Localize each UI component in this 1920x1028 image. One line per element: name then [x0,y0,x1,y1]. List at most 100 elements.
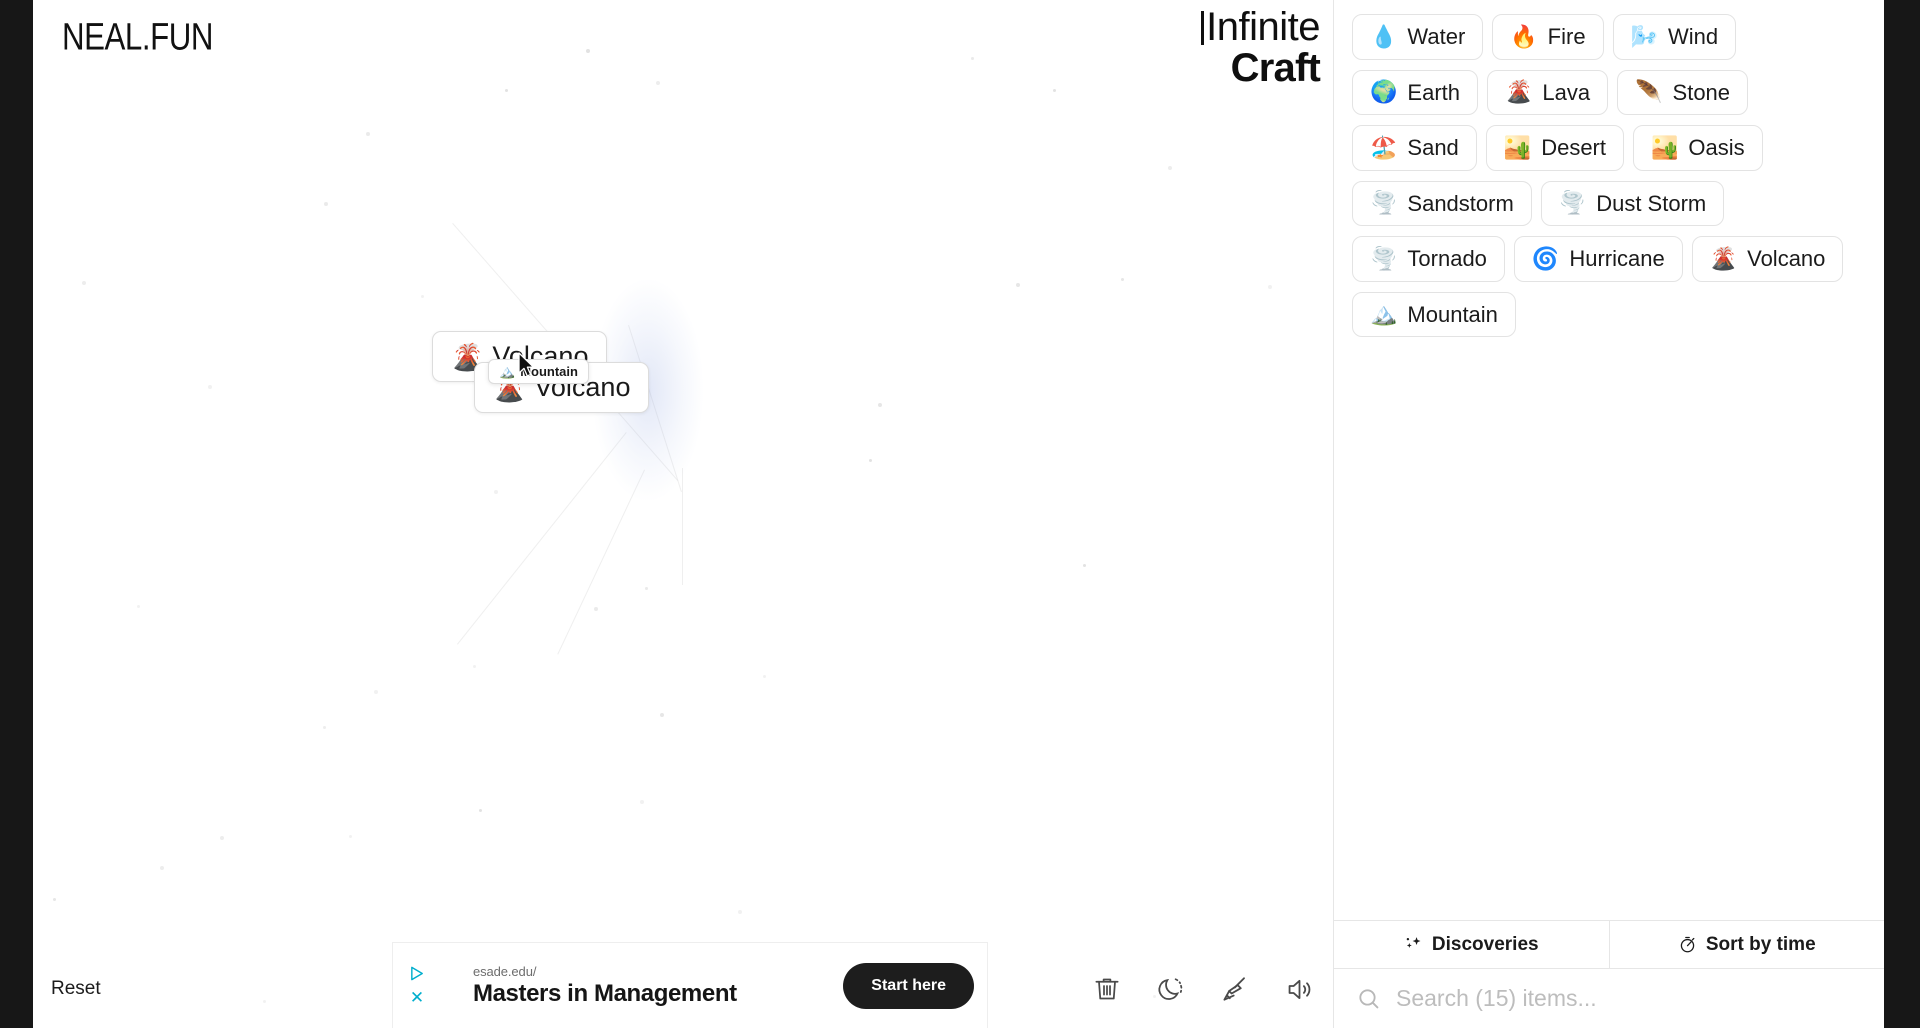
mountain-emoji: 🏔️ [1370,301,1398,327]
crafting-canvas[interactable]: NEAL.FUN 🌋 Volcano 🌋 Volcano 🏔️ Mountain… [33,0,1333,1028]
ad-url: esade.edu/ [473,963,537,979]
element-pill-oasis[interactable]: 🏜️ Oasis [1633,125,1763,171]
canvas-speck [366,132,370,136]
volcano-emoji: 🌋 [1709,245,1738,271]
cyclone-emoji: 🌀 [1531,245,1560,271]
element-pill-water[interactable]: 💧 Water [1352,14,1484,60]
title-bar-glyph [1201,11,1205,45]
element-pill-earth[interactable]: 🌍 Earth [1352,69,1478,115]
canvas-speck [473,665,476,668]
element-pill-hurricane[interactable]: 🌀 Hurricane [1513,236,1683,282]
tornado-emoji: 🌪️ [1370,245,1398,271]
dragging-card-label: Mountain [520,364,578,379]
element-pill-label: Mountain [1407,301,1498,327]
reset-button[interactable]: Reset [51,978,101,1000]
canvas-speck [660,713,664,717]
canvas-speck [594,607,598,611]
advertisement-banner[interactable]: ✕ esade.edu/ Masters in Management Start… [392,942,988,1028]
element-pill-label: Wind [1667,24,1719,49]
tab-sort-by-time-label: Sort by time [1705,933,1816,955]
element-pill-label: Stone [1672,79,1731,105]
canvas-particle-trail [557,469,645,655]
element-pill-label: Sandstorm [1407,190,1514,216]
element-pill-stone[interactable]: 🪶 Stone [1617,69,1749,115]
element-pill-mountain[interactable]: 🏔️ Mountain [1352,291,1516,337]
broom-icon[interactable] [1218,972,1252,1006]
earth-globe-emoji: 🌍 [1370,79,1398,105]
beach-emoji: 🏖️ [1370,134,1398,160]
canvas-particle-trail [457,432,627,645]
elements-list: 💧 Water 🔥 Fire 🌬️ Wind 🌍 Earth 🌋 Lava 🪶 Stone 🏖️ Sand… [1334,0,1884,920]
element-pill-dust-storm[interactable]: 🌪️ Dust Storm [1540,180,1725,226]
ad-cta-button[interactable]: Start here [843,962,974,1009]
canvas-speck [1121,278,1124,281]
adchoices-icon[interactable] [409,965,426,982]
app-root: NEAL.FUN 🌋 Volcano 🌋 Volcano 🏔️ Mountain… [0,0,1920,1028]
canvas-speck [1016,283,1020,287]
close-icon[interactable]: ✕ [410,989,424,1006]
canvas-speck [82,281,86,285]
canvas-speck [220,836,224,840]
moon-icon[interactable] [1154,972,1188,1006]
ad-headline: Masters in Management [473,979,737,1007]
canvas-speck [878,403,882,407]
desert-emoji: 🏜️ [1651,134,1679,160]
dragging-card-mountain[interactable]: 🏔️ Mountain [488,359,589,384]
canvas-speck [208,385,212,389]
canvas-speck [1268,285,1272,289]
mountain-emoji: 🏔️ [499,364,516,379]
element-pill-label: Earth [1407,79,1460,105]
canvas-particle-trail [682,468,683,585]
water-droplet-emoji: 💧 [1370,23,1398,49]
game-title-text1: Infinite [1206,5,1320,49]
sparkles-icon [1404,935,1423,954]
canvas-speck [505,89,508,92]
game-title-line1: Infinite [1172,6,1320,48]
element-pill-tornado[interactable]: 🌪️ Tornado [1352,236,1505,282]
search-bar[interactable] [1334,968,1884,1028]
tornado-emoji: 🌪️ [1558,190,1587,216]
element-pill-label: Water [1407,24,1466,49]
letterbox-left [0,0,33,1028]
tab-discoveries[interactable]: Discoveries [1334,921,1609,968]
elements-sidebar: Infinite Craft 💧 Water 🔥 Fire 🌬️ Wind 🌍 Earth 🌋 L… [1201,0,1884,1028]
nealfun-wordmark[interactable]: NEAL.FUN [62,16,213,60]
element-pill-fire[interactable]: 🔥 Fire [1492,14,1604,60]
canvas-speck [374,690,378,694]
element-pill-label: Fire [1547,24,1586,49]
element-pill-lava[interactable]: 🌋 Lava [1487,69,1609,115]
canvas-speck [656,81,660,85]
canvas-speck [645,587,648,590]
canvas-speck [494,490,498,494]
element-pill-wind[interactable]: 🌬️ Wind [1612,14,1737,60]
canvas-speck [971,57,974,60]
element-pill-sand[interactable]: 🏖️ Sand [1352,125,1477,171]
canvas-speck [640,800,644,804]
canvas-tool-bar [1090,972,1316,1006]
element-pill-volcano[interactable]: 🌋 Volcano [1691,236,1844,282]
trash-icon[interactable] [1090,972,1124,1006]
canvas-speck [323,726,326,729]
speaker-icon[interactable] [1282,972,1316,1006]
element-pill-label: Tornado [1407,246,1487,271]
desert-emoji: 🏜️ [1503,134,1532,160]
wind-emoji: 🌬️ [1630,23,1658,49]
canvas-speck [1168,166,1172,170]
element-pill-desert[interactable]: 🏜️ Desert [1485,125,1624,171]
element-pill-label: Desert [1541,135,1606,160]
search-input[interactable] [1396,985,1862,1012]
tab-sort-by-time[interactable]: Sort by time [1608,921,1884,968]
stopwatch-icon [1678,935,1697,954]
canvas-speck [160,866,164,870]
ad-text-block: esade.edu/ Masters in Management [437,964,843,1008]
canvas-speck [586,49,590,53]
infinite-craft-app: NEAL.FUN 🌋 Volcano 🌋 Volcano 🏔️ Mountain… [33,0,1884,1028]
volcano-emoji: 🌋 [1505,79,1533,105]
game-title-line2: Craft [1230,46,1321,90]
tab-discoveries-label: Discoveries [1431,933,1539,955]
canvas-speck [53,898,56,901]
canvas-speck [137,605,140,608]
element-pill-label: Lava [1542,79,1591,105]
canvas-speck [869,459,872,462]
element-pill-sandstorm[interactable]: 🌪️ Sandstorm [1352,180,1532,226]
